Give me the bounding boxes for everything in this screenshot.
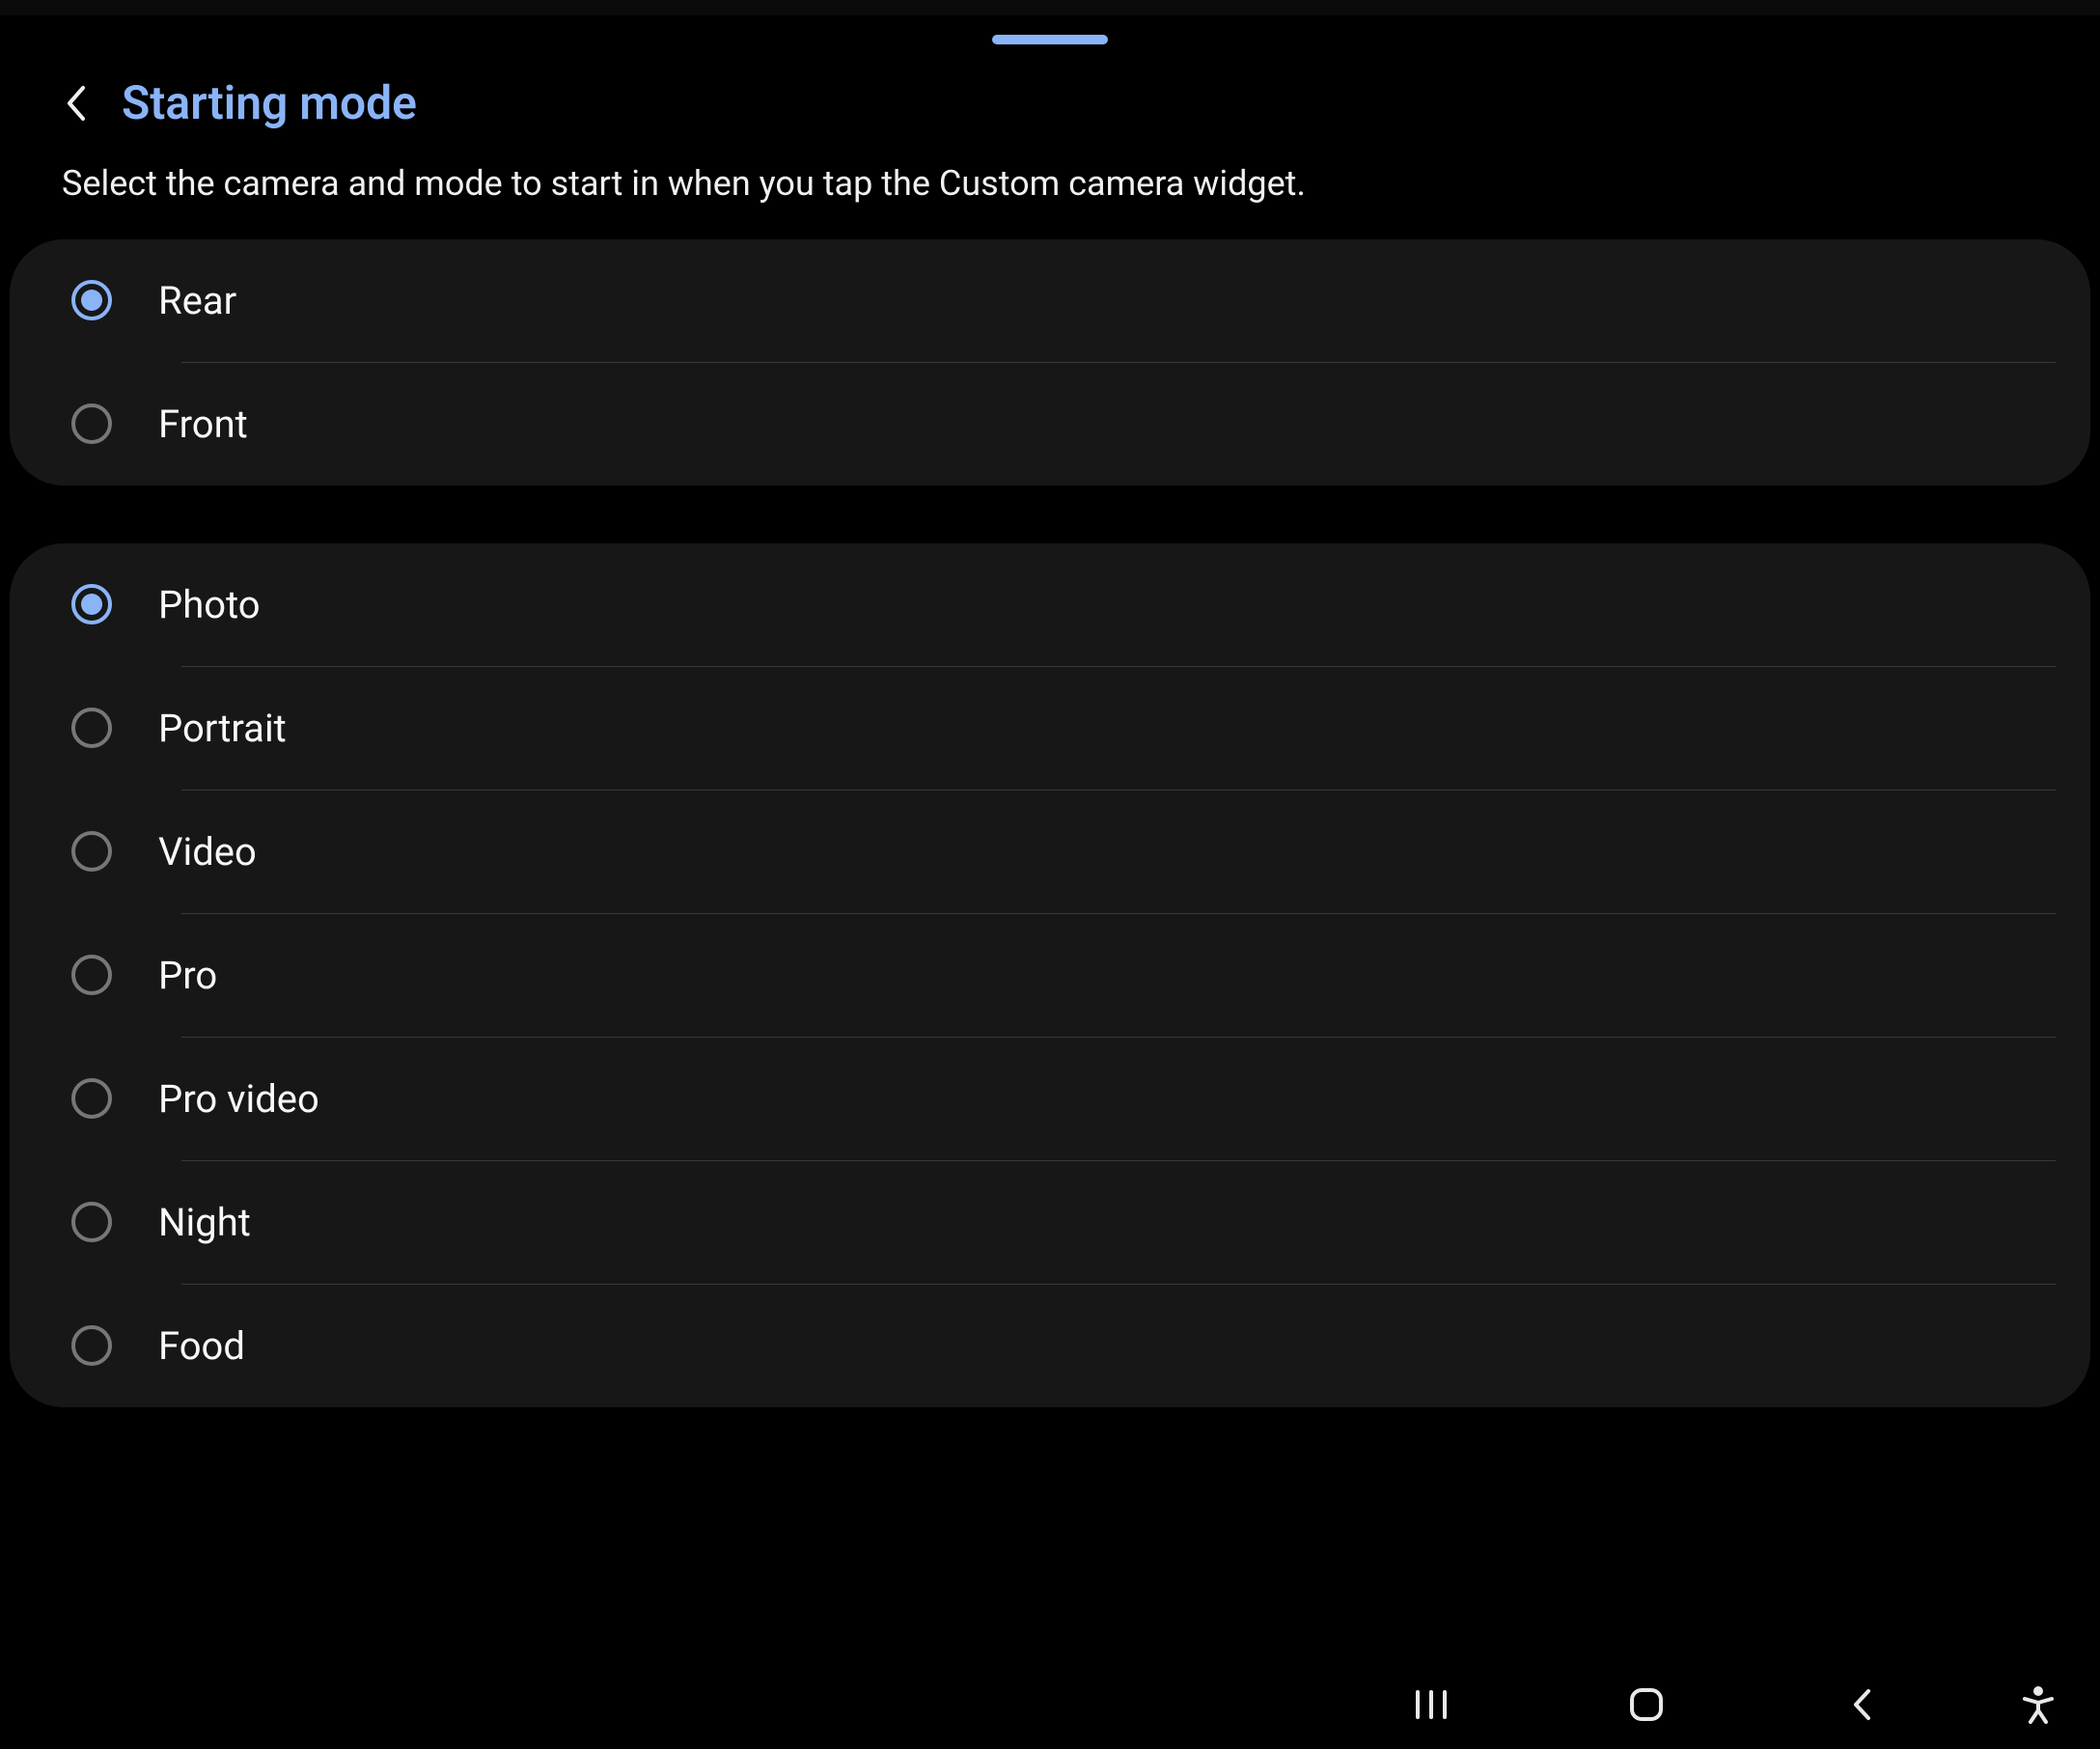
page-description: Select the camera and mode to start in w… — [0, 161, 2100, 239]
radio-button — [71, 1325, 112, 1366]
radio-button — [71, 280, 112, 320]
radio-label: Food — [158, 1323, 245, 1369]
radio-item-provideo[interactable]: Pro video — [10, 1038, 2090, 1160]
radio-button — [71, 584, 112, 625]
radio-item-rear[interactable]: Rear — [10, 239, 2090, 362]
radio-label: Pro video — [158, 1076, 319, 1122]
radio-item-portrait[interactable]: Portrait — [10, 667, 2090, 790]
header: Starting mode — [0, 52, 2100, 161]
radio-button — [71, 831, 112, 872]
radio-label: Pro — [158, 953, 217, 998]
radio-item-pro[interactable]: Pro — [10, 914, 2090, 1037]
radio-item-night[interactable]: Night — [10, 1161, 2090, 1284]
drag-handle-bar — [992, 35, 1108, 44]
back-nav-button[interactable] — [1838, 1681, 1885, 1728]
content-area: Starting mode Select the camera and mode… — [0, 15, 2100, 1660]
drag-handle[interactable] — [0, 15, 2100, 52]
accessibility-button[interactable] — [2015, 1681, 2061, 1728]
home-icon — [1628, 1686, 1665, 1723]
recents-icon — [1412, 1688, 1451, 1721]
home-button[interactable] — [1623, 1681, 1670, 1728]
accessibility-icon — [2021, 1685, 2056, 1724]
radio-label: Front — [158, 402, 248, 447]
radio-button — [71, 955, 112, 995]
recents-button[interactable] — [1408, 1681, 1454, 1728]
mode-options-card: Photo Portrait Video Pro Pro video Night — [10, 543, 2090, 1407]
chevron-left-icon — [62, 84, 89, 123]
radio-item-photo[interactable]: Photo — [10, 543, 2090, 666]
radio-label: Rear — [158, 278, 236, 323]
radio-label: Portrait — [158, 706, 287, 751]
radio-button — [71, 1202, 112, 1242]
radio-button — [71, 1078, 112, 1119]
back-button[interactable] — [58, 86, 93, 121]
radio-label: Video — [158, 829, 257, 874]
page-title: Starting mode — [122, 75, 417, 130]
radio-item-food[interactable]: Food — [10, 1285, 2090, 1407]
radio-button — [71, 403, 112, 444]
navigation-bar — [0, 1660, 2100, 1749]
radio-label: Night — [158, 1200, 251, 1245]
radio-item-video[interactable]: Video — [10, 791, 2090, 913]
status-bar-spacer — [0, 0, 2100, 15]
chevron-left-icon — [1850, 1687, 1873, 1722]
radio-button — [71, 708, 112, 748]
camera-options-card: Rear Front — [10, 239, 2090, 486]
radio-label: Photo — [158, 582, 261, 627]
radio-item-front[interactable]: Front — [10, 363, 2090, 486]
